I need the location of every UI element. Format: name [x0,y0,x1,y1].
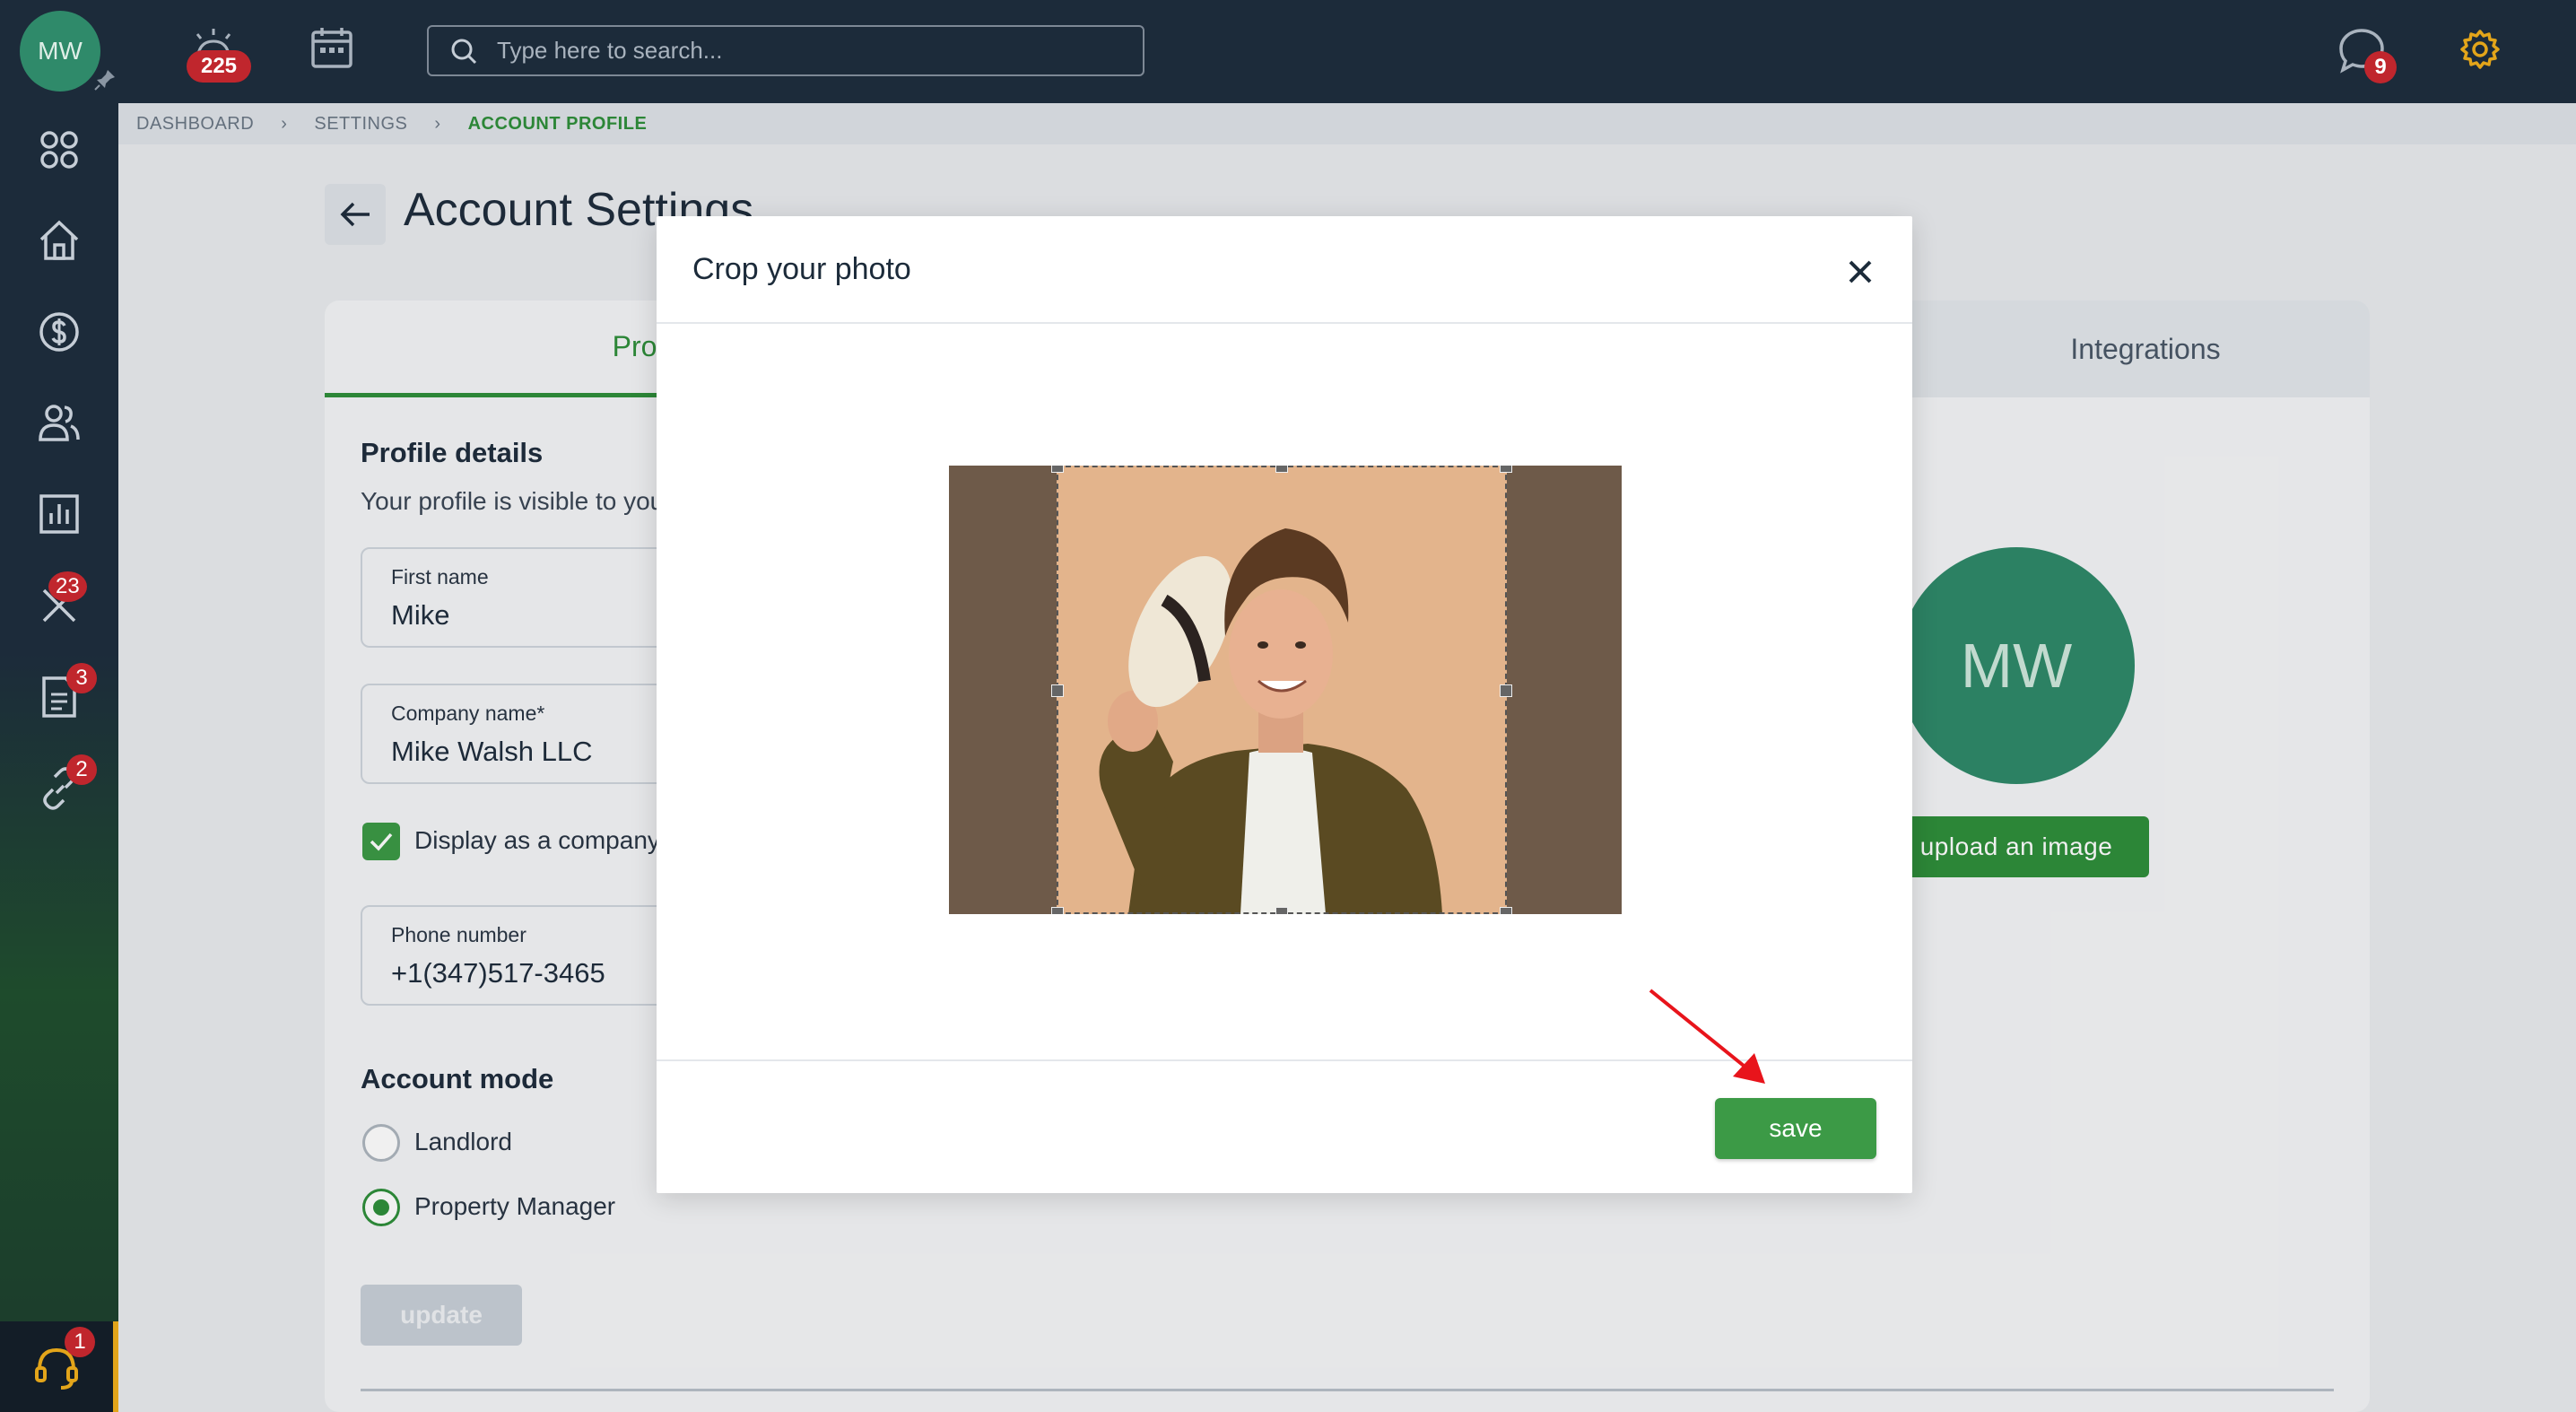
people-icon [39,405,80,441]
sidebar-item-documents[interactable]: 3 [0,652,118,742]
top-bar: MW 225 Type here to search... 9 [0,0,2576,103]
chat-badge: 9 [2364,51,2397,83]
sidebar-item-links[interactable]: 2 [0,744,118,833]
sidebar-item-apps[interactable] [0,105,118,195]
pin-icon [94,70,115,91]
close-icon [1849,260,1872,283]
sidebar: 23 3 2 [0,103,118,1412]
sidebar-item-people[interactable] [0,378,118,467]
documents-badge: 3 [66,663,97,693]
dollar-icon [39,312,79,352]
crop-handle[interactable] [1500,907,1512,914]
crop-handle[interactable] [1051,684,1064,697]
crop-handle[interactable] [1051,466,1064,473]
save-button[interactable]: save [1715,1098,1876,1159]
sidebar-item-reports[interactable] [0,469,118,559]
apps-grid-icon [40,131,78,169]
calendar-icon[interactable] [309,25,354,70]
crop-handle[interactable] [1051,907,1064,914]
maintenance-badge: 23 [48,571,87,602]
sidebar-item-finance[interactable] [0,287,118,377]
support-badge: 1 [65,1327,95,1357]
sidebar-item-maintenance[interactable]: 23 [0,561,118,650]
gear-icon[interactable] [2459,29,2501,70]
alarm-badge: 225 [187,50,251,83]
crop-handle[interactable] [1500,466,1512,473]
modal-divider [657,322,1912,324]
home-icon [39,220,79,260]
crop-area[interactable] [949,466,1622,914]
user-avatar[interactable]: MW [20,11,100,92]
crop-handle[interactable] [1500,684,1512,697]
support-button[interactable]: 1 [0,1321,118,1412]
modal-title: Crop your photo [692,252,911,286]
crop-handle[interactable] [1275,466,1288,473]
bar-chart-icon [39,494,79,534]
close-button[interactable] [1842,254,1878,290]
search-input[interactable] [497,37,1125,65]
red-arrow-icon [1649,989,1765,1084]
links-badge: 2 [66,754,97,785]
sidebar-item-home[interactable] [0,196,118,285]
crop-selection[interactable] [1051,466,1512,914]
search-bar[interactable] [427,25,1144,76]
search-icon [451,39,477,64]
crop-handle[interactable] [1275,907,1288,914]
